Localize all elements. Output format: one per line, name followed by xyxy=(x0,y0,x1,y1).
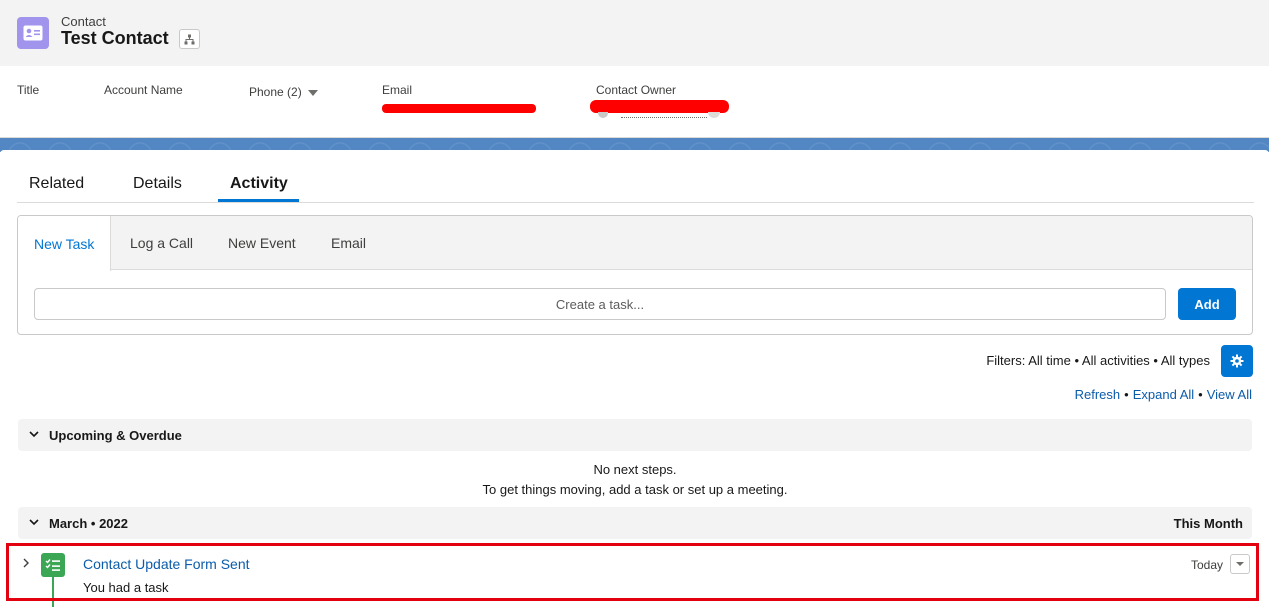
account-name-label: Account Name xyxy=(104,83,183,97)
section-period-label: This Month xyxy=(1173,516,1243,531)
filters-summary: Filters: All time • All activities • All… xyxy=(986,353,1210,368)
create-task-input[interactable] xyxy=(34,288,1166,320)
no-next-steps-text: No next steps. xyxy=(593,462,677,477)
view-all-link[interactable]: View All xyxy=(1207,387,1252,402)
chevron-down-icon xyxy=(29,519,39,526)
activity-composer: New Task Log a Call New Event Email Add xyxy=(17,215,1253,335)
activity-date: Today xyxy=(1190,558,1223,572)
activity-title-link[interactable]: Contact Update Form Sent xyxy=(83,556,250,572)
highlights-panel: Title Account Name Phone (2) Email Conta… xyxy=(0,66,1269,138)
activity-actions-menu[interactable] xyxy=(1230,554,1250,574)
section-title: Upcoming & Overdue xyxy=(49,428,182,443)
separator-dot: • xyxy=(1124,387,1129,402)
composer-tabs: New Task Log a Call New Event Email xyxy=(18,216,1252,271)
chevron-right-icon[interactable] xyxy=(21,557,31,569)
object-type-label: Contact xyxy=(61,14,106,29)
section-title: March • 2022 xyxy=(49,516,128,531)
title-field-label: Title xyxy=(17,83,40,97)
month-section-header[interactable]: March • 2022 This Month xyxy=(18,507,1252,539)
timeline-settings-button[interactable] xyxy=(1221,345,1253,377)
email-label: Email xyxy=(382,83,413,97)
tab-log-a-call[interactable]: Log a Call xyxy=(130,216,193,270)
phone-dropdown[interactable]: Phone (2) xyxy=(249,85,318,99)
upcoming-overdue-header[interactable]: Upcoming & Overdue xyxy=(18,419,1252,451)
view-hierarchy-button[interactable] xyxy=(179,29,200,49)
owner-link-underline[interactable] xyxy=(621,117,707,118)
contact-icon xyxy=(17,17,49,49)
separator-dot: • xyxy=(1198,387,1203,402)
task-icon xyxy=(41,553,65,577)
contact-owner-label: Contact Owner xyxy=(596,83,677,97)
timeline-links: Refresh • Expand All • View All xyxy=(1075,387,1252,402)
hierarchy-icon xyxy=(184,34,195,44)
gear-icon xyxy=(1230,354,1244,368)
chevron-down-icon xyxy=(29,431,39,438)
tab-related[interactable]: Related xyxy=(29,175,84,193)
add-button[interactable]: Add xyxy=(1178,288,1236,320)
phone-label: Phone (2) xyxy=(249,85,302,99)
tab-details[interactable]: Details xyxy=(133,175,182,193)
tab-new-event[interactable]: New Event xyxy=(228,216,296,270)
expand-all-link[interactable]: Expand All xyxy=(1133,387,1194,402)
tab-activity[interactable]: Activity xyxy=(230,175,288,193)
record-header: Contact Test Contact xyxy=(0,0,1269,66)
record-tabs: Related Details Activity xyxy=(17,163,1254,203)
active-tab-indicator xyxy=(218,199,299,202)
tab-email[interactable]: Email xyxy=(331,216,366,270)
chevron-down-icon xyxy=(307,89,318,96)
redaction-mark-email xyxy=(382,104,536,113)
activity-timeline-item: Contact Update Form Sent You had a task … xyxy=(6,543,1259,601)
activity-subtitle: You had a task xyxy=(83,580,169,595)
refresh-link[interactable]: Refresh xyxy=(1075,387,1121,402)
page-title: Test Contact xyxy=(61,28,169,48)
tab-new-task[interactable]: New Task xyxy=(18,216,112,271)
chevron-down-icon xyxy=(1236,562,1244,566)
empty-state-hint: To get things moving, add a task or set … xyxy=(482,482,788,497)
owner-change-icon[interactable] xyxy=(708,112,720,118)
owner-avatar xyxy=(598,112,608,118)
